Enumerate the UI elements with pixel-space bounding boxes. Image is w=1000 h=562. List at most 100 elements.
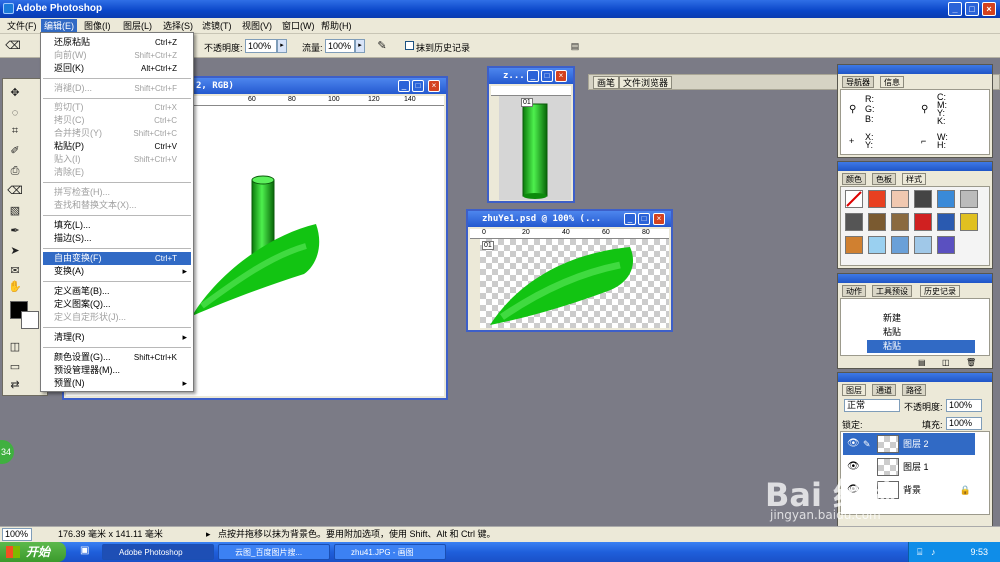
tab-styles[interactable]: 样式 bbox=[902, 173, 926, 185]
menu-item-free-transform[interactable]: 自由变换(F) Ctrl+T bbox=[43, 252, 191, 265]
quickmask-mode-icon[interactable]: ◫ bbox=[6, 339, 24, 355]
flow-field[interactable]: 100% bbox=[325, 39, 355, 53]
volume-icon[interactable]: ♪ bbox=[931, 542, 936, 562]
style-swatch[interactable] bbox=[937, 190, 955, 208]
menu-item-transform[interactable]: 变换(A) ▸ bbox=[43, 265, 191, 278]
menu-item-step-backward[interactable]: 返回(K) Alt+Ctrl+Z bbox=[43, 62, 191, 75]
menu-item-cut[interactable]: 剪切(T) Ctrl+X bbox=[43, 101, 191, 114]
network-icon[interactable]: ⌸ bbox=[917, 542, 922, 562]
style-swatch[interactable] bbox=[914, 236, 932, 254]
tab-swatches[interactable]: 色板 bbox=[872, 173, 896, 185]
layer-row[interactable]: 👁 ✎ 图层 2 bbox=[843, 433, 975, 455]
tab-history[interactable]: 历史记录 bbox=[920, 285, 960, 297]
eraser-icon[interactable]: ⌫ bbox=[4, 38, 22, 54]
taskbar-item-paint[interactable]: zhu41.JPG - 画图 bbox=[334, 544, 446, 560]
menu-image[interactable]: 图像(I) bbox=[81, 19, 114, 33]
style-swatch[interactable] bbox=[937, 213, 955, 231]
menu-filter[interactable]: 滤镜(T) bbox=[199, 19, 235, 33]
menu-item-color-settings[interactable]: 颜色设置(G)... Shift+Ctrl+K bbox=[43, 351, 191, 364]
palette-well-icon[interactable]: ▤ bbox=[566, 38, 584, 54]
airbrush-icon[interactable]: ✎ bbox=[373, 38, 391, 54]
style-swatch[interactable] bbox=[937, 236, 955, 254]
eye-icon[interactable]: 👁 bbox=[847, 433, 860, 455]
notes-tool-icon[interactable]: ✉ bbox=[6, 263, 24, 279]
taskbar-item-browser[interactable]: 云图_百度图片搜... bbox=[218, 544, 330, 560]
style-swatch[interactable] bbox=[960, 213, 978, 231]
tab-paths[interactable]: 路径 bbox=[902, 384, 926, 396]
floating-badge[interactable]: 34 bbox=[0, 440, 14, 464]
menu-layer[interactable]: 图层(L) bbox=[120, 19, 155, 33]
menu-file[interactable]: 文件(F) bbox=[4, 19, 40, 33]
tab-info[interactable]: 信息 bbox=[880, 76, 904, 88]
menu-item-fade[interactable]: 消褪(D)... Shift+Ctrl+F bbox=[43, 82, 191, 95]
history-item-current[interactable]: 粘贴 bbox=[867, 340, 975, 353]
stamp-tool-icon[interactable]: ⎙ bbox=[6, 163, 24, 179]
path-select-tool-icon[interactable]: ➤ bbox=[6, 243, 24, 259]
menu-item-spell-check[interactable]: 拼写检查(H)... bbox=[43, 186, 191, 199]
taskbar-item-photoshop[interactable]: Adobe Photoshop bbox=[102, 544, 214, 560]
doc-minimize-button[interactable]: _ bbox=[624, 213, 636, 225]
doc-maximize-button[interactable]: □ bbox=[412, 80, 424, 92]
jump-to-imageready-icon[interactable]: ⇄ bbox=[6, 377, 24, 393]
style-swatch[interactable] bbox=[891, 236, 909, 254]
blend-mode-select[interactable]: 正常 bbox=[844, 399, 900, 412]
menu-item-copy-merged[interactable]: 合并拷贝(Y) Shift+Ctrl+C bbox=[43, 127, 191, 140]
tab-actions[interactable]: 动作 bbox=[842, 285, 866, 297]
menu-item-step-forward[interactable]: 向前(W) Shift+Ctrl+Z bbox=[43, 49, 191, 62]
style-swatch[interactable] bbox=[845, 236, 863, 254]
menu-item-stroke[interactable]: 描边(S)... bbox=[43, 232, 191, 245]
clock[interactable]: 9:53 bbox=[970, 547, 988, 557]
flow-spin[interactable]: ▸ bbox=[355, 39, 365, 53]
menu-item-paste[interactable]: 粘贴(P) Ctrl+V bbox=[43, 140, 191, 153]
doc-maximize-button[interactable]: □ bbox=[541, 70, 553, 82]
hand-tool-icon[interactable]: ✋ bbox=[6, 279, 24, 295]
menu-select[interactable]: 选择(S) bbox=[160, 19, 196, 33]
style-swatch[interactable] bbox=[891, 213, 909, 231]
menu-item-define-pattern[interactable]: 定义图案(Q)... bbox=[43, 298, 191, 311]
menu-item-preset-manager[interactable]: 预设管理器(M)... bbox=[43, 364, 191, 377]
menu-item-fill[interactable]: 填充(L)... bbox=[43, 219, 191, 232]
layer-opacity-field[interactable]: 100% bbox=[946, 399, 982, 412]
new-document-icon[interactable]: ▤ bbox=[918, 358, 926, 367]
quicklaunch-icon[interactable]: ▣ bbox=[80, 545, 89, 556]
canvas-cylinder[interactable]: 01 bbox=[499, 96, 571, 200]
style-swatch[interactable] bbox=[914, 190, 932, 208]
start-button[interactable]: 开始 bbox=[0, 542, 66, 562]
dock-tab-file-browser[interactable]: 文件浏览器 bbox=[619, 76, 673, 89]
menu-item-paste-into[interactable]: 贴入(I) Shift+Ctrl+V bbox=[43, 153, 191, 166]
menu-view[interactable]: 视图(V) bbox=[239, 19, 275, 33]
lasso-tool-icon[interactable]: ◌ bbox=[6, 105, 24, 121]
new-snapshot-icon[interactable]: ◫ bbox=[942, 358, 950, 367]
tab-color[interactable]: 颜色 bbox=[842, 173, 866, 185]
close-button[interactable]: × bbox=[982, 2, 996, 16]
style-swatch[interactable] bbox=[960, 190, 978, 208]
doc-close-button[interactable]: × bbox=[428, 80, 440, 92]
menu-item-define-brush[interactable]: 定义画笔(B)... bbox=[43, 285, 191, 298]
style-swatch[interactable] bbox=[914, 213, 932, 231]
menu-window[interactable]: 窗口(W) bbox=[279, 19, 318, 33]
dock-tab-brushes[interactable]: 画笔 bbox=[593, 76, 620, 89]
panel-header[interactable] bbox=[838, 274, 992, 283]
menu-help[interactable]: 帮助(H) bbox=[318, 19, 355, 33]
menu-item-define-custom-shape[interactable]: 定义自定形状(J)... bbox=[43, 311, 191, 324]
doc-minimize-button[interactable]: _ bbox=[527, 70, 539, 82]
menu-edit[interactable]: 编辑(E) bbox=[41, 19, 77, 33]
status-arrow-icon[interactable]: ▸ bbox=[206, 527, 211, 541]
eraser-tool-icon[interactable]: ⌫ bbox=[6, 183, 24, 199]
canvas-zhuye[interactable]: 01 bbox=[480, 239, 669, 328]
maximize-button[interactable]: □ bbox=[965, 2, 979, 16]
tab-tool-presets[interactable]: 工具预设 bbox=[872, 285, 912, 297]
style-swatch[interactable] bbox=[868, 213, 886, 231]
opacity-field[interactable]: 100% bbox=[245, 39, 277, 53]
menu-item-find-replace[interactable]: 查找和替换文本(X)... bbox=[43, 199, 191, 212]
zoom-field[interactable]: 100% bbox=[2, 528, 32, 541]
layer-fill-field[interactable]: 100% bbox=[946, 417, 982, 430]
menu-item-preferences[interactable]: 预置(N) ▸ bbox=[43, 377, 191, 390]
minimize-button[interactable]: _ bbox=[948, 2, 962, 16]
doc-maximize-button[interactable]: □ bbox=[638, 213, 650, 225]
brush-tool-icon[interactable]: ✐ bbox=[6, 143, 24, 159]
style-swatch[interactable] bbox=[868, 190, 886, 208]
style-swatch[interactable] bbox=[868, 236, 886, 254]
background-color-swatch[interactable] bbox=[21, 311, 39, 329]
menu-item-purge[interactable]: 清理(R) ▸ bbox=[43, 331, 191, 344]
